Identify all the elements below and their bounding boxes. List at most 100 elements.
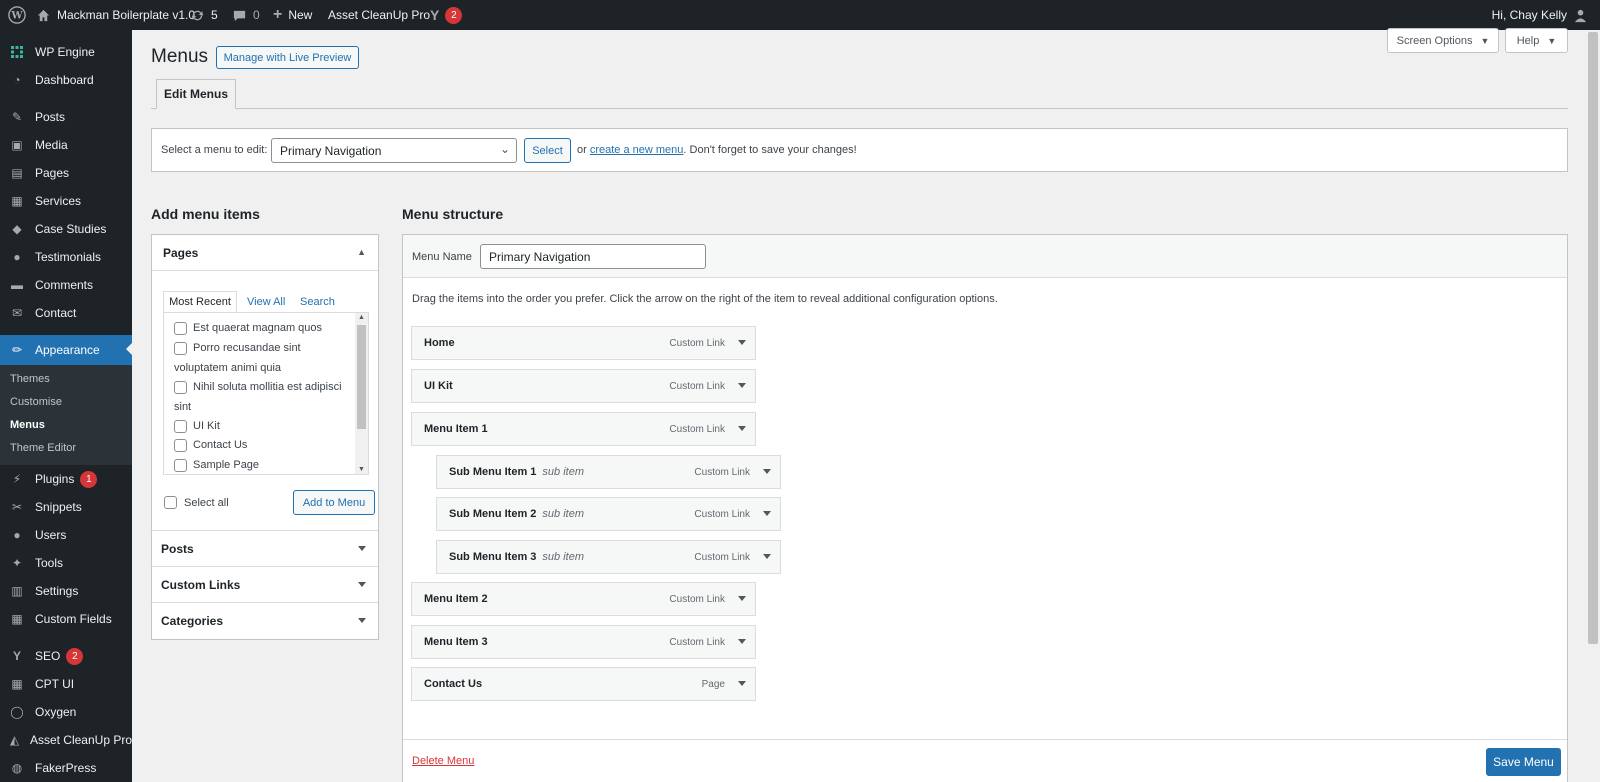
menu-asset-cleanup[interactable]: ◭ Asset CleanUp Pro — [0, 726, 132, 754]
tab-edit-menus[interactable]: Edit Menus — [156, 79, 236, 109]
menu-fakerpress[interactable]: ◍ FakerPress — [0, 754, 132, 782]
menu-contact[interactable]: ✉ Contact — [0, 299, 132, 327]
checkbox[interactable] — [174, 322, 187, 335]
menu-label: SEO — [35, 649, 61, 663]
scrollbar-thumb[interactable] — [357, 325, 366, 429]
menu-case-studies[interactable]: ◆ Case Studies — [0, 215, 132, 243]
submenu-themes[interactable]: Themes — [10, 373, 50, 385]
pages-section-header[interactable]: Pages ▲ — [152, 235, 378, 271]
menu-media[interactable]: ▣ Media — [0, 131, 132, 159]
menu-name-input[interactable]: Primary Navigation — [480, 244, 706, 269]
scroll-up-icon[interactable]: ▲ — [358, 314, 365, 321]
menu-item-1[interactable]: Menu Item 1 Custom Link — [411, 412, 756, 446]
chevron-down-icon[interactable] — [738, 426, 746, 431]
posts-section-header[interactable]: Posts — [150, 530, 378, 566]
menu-users[interactable]: ● Users — [0, 521, 132, 549]
sub-item-label: sub item — [542, 508, 584, 520]
add-to-menu-button[interactable]: Add to Menu — [293, 490, 375, 515]
submenu-theme-editor[interactable]: Theme Editor — [10, 442, 76, 454]
asset-cleanup-link[interactable]: Asset CleanUp Pro — [328, 0, 430, 30]
menu-tools[interactable]: ✦ Tools — [0, 549, 132, 577]
sub-menu-item-3[interactable]: Sub Menu Item 3 sub item Custom Link — [436, 540, 781, 574]
store-icon: ▦ — [11, 194, 23, 208]
chevron-down-icon[interactable] — [738, 383, 746, 388]
submenu-customise[interactable]: Customise — [10, 396, 62, 408]
pages-checklist: Est quaerat magnam quos Porro recusandae… — [163, 312, 369, 475]
menu-label: Contact — [35, 306, 77, 320]
tab-most-recent[interactable]: Most Recent — [163, 291, 237, 313]
select-button[interactable]: Select — [524, 138, 571, 163]
brush-icon: ✏ — [11, 343, 23, 357]
scroll-down-icon[interactable]: ▼ — [358, 466, 365, 473]
new-content-link[interactable]: + New — [273, 0, 312, 30]
menu-plugins[interactable]: ⚡ Plugins 1 — [0, 465, 132, 493]
checkbox[interactable] — [174, 420, 187, 433]
menu-pages[interactable]: ▤ Pages — [0, 159, 132, 187]
menu-item-ui-kit[interactable]: UI Kit Custom Link — [411, 369, 756, 403]
screen-options-button[interactable]: Screen Options ▼ — [1387, 28, 1499, 53]
wrench-icon: ✦ — [11, 556, 23, 570]
menu-dashboard[interactable]: ◔ Dashboard — [0, 66, 132, 94]
plugin-icon: ⚡ — [12, 472, 22, 486]
chevron-down-icon[interactable] — [763, 511, 771, 516]
menu-label: Appearance — [35, 343, 100, 357]
menu-cpt-ui[interactable]: ▦ CPT UI — [0, 670, 132, 698]
menu-posts[interactable]: ✎ Posts — [0, 103, 132, 131]
tab-view-all[interactable]: View All — [247, 296, 285, 308]
sub-menu-item-2[interactable]: Sub Menu Item 2 sub item Custom Link — [436, 497, 781, 531]
comments-link[interactable]: 0 — [232, 0, 260, 30]
checkbox[interactable] — [174, 439, 187, 452]
select-all-checkbox[interactable] — [164, 496, 177, 509]
live-preview-button[interactable]: Manage with Live Preview — [216, 46, 359, 69]
create-menu-link[interactable]: create a new menu — [590, 144, 684, 156]
menu-oxygen[interactable]: ◯ Oxygen — [0, 698, 132, 726]
menu-label: Settings — [35, 584, 79, 598]
menu-services[interactable]: ▦ Services — [0, 187, 132, 215]
chevron-down-icon[interactable] — [738, 681, 746, 686]
scrollbar[interactable]: ▲ ▼ — [355, 313, 368, 474]
menu-label: Dashboard — [35, 73, 94, 87]
chevron-down-icon[interactable] — [738, 340, 746, 345]
page-scrollbar-thumb[interactable] — [1588, 32, 1598, 644]
sub-menu-item-1[interactable]: Sub Menu Item 1 sub item Custom Link — [436, 455, 781, 489]
help-button[interactable]: Help ▼ — [1505, 28, 1568, 53]
chevron-down-icon[interactable] — [763, 554, 771, 559]
tab-search[interactable]: Search — [300, 296, 335, 308]
menu-wp-engine[interactable]: WP Engine — [0, 38, 132, 66]
page-scrollbar[interactable] — [1586, 30, 1600, 782]
item-title: Menu Item 1 — [424, 423, 488, 435]
custom-links-section-header[interactable]: Custom Links — [150, 566, 378, 602]
menu-custom-fields[interactable]: ▦ Custom Fields — [0, 605, 132, 633]
add-items-heading: Add menu items — [151, 206, 260, 222]
settings-icon: ▥ — [11, 584, 23, 598]
save-menu-button[interactable]: Save Menu — [1486, 748, 1561, 776]
menu-seo[interactable]: Y SEO 2 — [0, 642, 132, 670]
menu-snippets[interactable]: ✂ Snippets — [0, 493, 132, 521]
submenu-menus[interactable]: Menus — [10, 419, 45, 431]
menu-select-dropdown[interactable]: Primary Navigation ⌄ — [271, 138, 517, 163]
select-all-label: Select all — [184, 497, 229, 509]
updates-link[interactable]: 5 — [190, 0, 218, 30]
menu-item-2[interactable]: Menu Item 2 Custom Link — [411, 582, 756, 616]
wordpress-logo-icon[interactable]: W — [8, 0, 26, 30]
menu-appearance[interactable]: ✏ Appearance — [0, 335, 132, 365]
checkbox[interactable] — [174, 459, 187, 472]
chevron-down-icon[interactable] — [763, 469, 771, 474]
yoast-link[interactable]: Y 2 — [430, 0, 463, 30]
chevron-down-icon[interactable] — [738, 596, 746, 601]
menu-comments[interactable]: ▬ Comments — [0, 271, 132, 299]
pages-list: Est quaerat magnam quos Porro recusandae… — [164, 313, 356, 474]
categories-section-header[interactable]: Categories — [150, 602, 378, 638]
scissors-icon: ✂ — [11, 500, 23, 514]
delete-menu-link[interactable]: Delete Menu — [412, 755, 474, 767]
chevron-down-icon: ⌄ — [499, 142, 510, 156]
menu-item-home[interactable]: Home Custom Link — [411, 326, 756, 360]
menu-settings[interactable]: ▥ Settings — [0, 577, 132, 605]
account-link[interactable]: Hi, Chay Kelly — [1492, 0, 1588, 30]
menu-item-3[interactable]: Menu Item 3 Custom Link — [411, 625, 756, 659]
menu-testimonials[interactable]: ● Testimonials — [0, 243, 132, 271]
site-name-link[interactable]: Mackman Boilerplate v1.0 — [36, 0, 195, 30]
menu-item-contact-us[interactable]: Contact Us Page — [411, 667, 756, 701]
page-label: Est quaerat magnam quos — [193, 322, 323, 334]
chevron-down-icon[interactable] — [738, 639, 746, 644]
